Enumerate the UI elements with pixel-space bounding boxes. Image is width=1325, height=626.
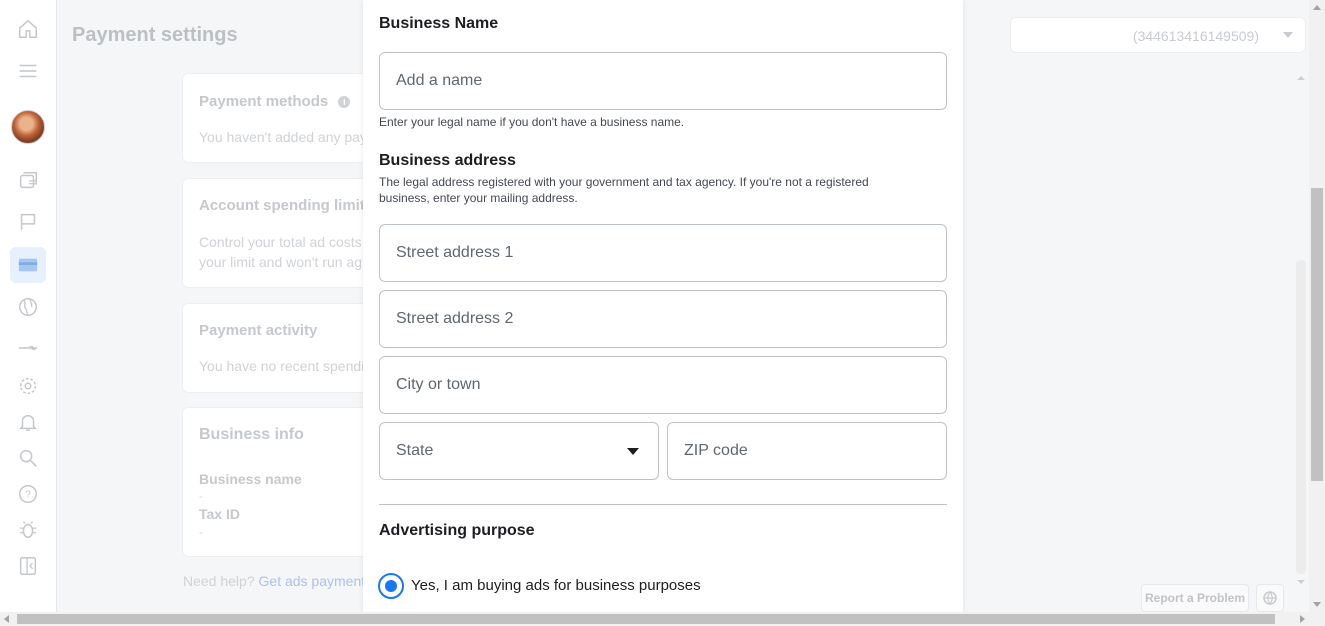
account-selector[interactable]: (344613416149509) <box>1010 17 1306 53</box>
settings-icon[interactable] <box>16 374 40 398</box>
account-id: (344613416149509) <box>1132 28 1259 44</box>
business-address-helper-line1: The legal address registered with your g… <box>379 175 869 189</box>
home-icon[interactable] <box>16 17 40 41</box>
window-horizontal-scrollbar[interactable] <box>0 612 1325 626</box>
scroll-left-icon[interactable] <box>4 615 9 623</box>
state-select[interactable]: State <box>379 422 659 480</box>
zip-code-field[interactable] <box>667 422 947 480</box>
street-address-2-field[interactable] <box>379 290 947 348</box>
business-name-input[interactable] <box>380 53 946 109</box>
tax-id-label: Tax ID <box>199 506 240 522</box>
svg-text:?: ? <box>25 490 31 501</box>
card-title: Payment activity <box>199 322 318 339</box>
business-name-helper: Enter your legal name if you don't have … <box>379 115 685 129</box>
zip-code-input[interactable] <box>668 423 946 479</box>
card-text: your limit and won't run ag <box>199 254 362 270</box>
city-input[interactable] <box>380 357 946 413</box>
chevron-down-icon <box>1283 32 1293 38</box>
scroll-down-icon[interactable] <box>1313 602 1321 607</box>
radio-selected-dot <box>385 580 397 592</box>
help-link[interactable]: Get ads payment <box>259 573 366 589</box>
business-name-heading: Business Name <box>379 15 499 32</box>
card-title: Business info <box>199 426 304 443</box>
business-purpose-radio[interactable] <box>378 573 404 599</box>
card-text: Control your total ad costs <box>199 234 362 250</box>
card-text: You haven't added any pay <box>199 129 367 145</box>
business-info-card: Business info Business name - Tax ID - <box>182 407 382 557</box>
campaigns-icon[interactable] <box>16 169 40 193</box>
section-divider <box>379 504 947 505</box>
payment-activity-card: Payment activity You have no recent spen… <box>182 303 382 393</box>
payment-methods-card: Payment methods i You haven't added any p… <box>182 73 382 163</box>
business-address-heading: Business address <box>379 152 516 169</box>
scrollbar-thumb[interactable] <box>1296 260 1306 574</box>
scroll-right-icon[interactable] <box>1300 615 1305 623</box>
language-button[interactable] <box>1256 584 1284 612</box>
globe-icon[interactable] <box>16 295 40 319</box>
vertical-scrollbar-thumb[interactable] <box>1311 188 1323 481</box>
scroll-down-icon[interactable] <box>1297 580 1305 584</box>
business-name-label: Business name <box>199 471 302 487</box>
avatar[interactable] <box>11 110 45 144</box>
flag-icon[interactable] <box>16 210 40 234</box>
billing-icon[interactable] <box>16 253 40 277</box>
search-icon[interactable] <box>16 446 40 470</box>
help-icon[interactable]: ? <box>16 482 40 506</box>
tools-icon[interactable] <box>16 336 40 360</box>
page-title: Payment settings <box>72 24 238 46</box>
help-prefix: Need help? <box>183 573 255 589</box>
city-field[interactable] <box>379 356 947 414</box>
left-sidebar: ? <box>0 0 57 612</box>
info-icon[interactable]: i <box>338 96 351 109</box>
street-address-2-input[interactable] <box>380 291 946 347</box>
street-address-1-input[interactable] <box>380 225 946 281</box>
scroll-up-icon[interactable] <box>1313 5 1321 10</box>
content-scrollbar[interactable] <box>1295 70 1307 590</box>
notifications-icon[interactable] <box>16 410 40 434</box>
help-text: Need help? Get ads payment <box>183 573 365 589</box>
business-name-field[interactable] <box>379 52 947 110</box>
business-purpose-label[interactable]: Yes, I am buying ads for business purpos… <box>411 577 701 594</box>
globe-small-icon <box>1263 591 1277 606</box>
business-address-helper-line2: business, enter your mailing address. <box>379 191 578 205</box>
scroll-up-icon[interactable] <box>1297 76 1305 80</box>
report-problem-button[interactable]: Report a Problem <box>1141 584 1249 612</box>
horizontal-scrollbar-thumb[interactable] <box>17 614 1275 624</box>
spending-limit-card: Account spending limit Control your tota… <box>182 178 382 288</box>
state-select-label: State <box>396 442 434 459</box>
window-vertical-scrollbar[interactable] <box>1309 0 1325 612</box>
street-address-1-field[interactable] <box>379 224 947 282</box>
tax-id-value: - <box>199 527 203 539</box>
bug-icon[interactable] <box>16 518 40 542</box>
card-text: You have no recent spendi <box>199 358 365 374</box>
card-title: Account spending limit <box>199 197 365 214</box>
business-details-modal: Business Name Enter your legal name if y… <box>363 0 963 612</box>
advertising-purpose-heading: Advertising purpose <box>379 522 535 539</box>
menu-icon[interactable] <box>16 59 40 83</box>
chevron-down-icon <box>627 448 639 455</box>
collapse-icon[interactable] <box>16 554 40 578</box>
app-root: ? Payment settings (344613416149509) Pay… <box>0 0 1325 626</box>
card-title: Payment methods i <box>199 93 351 110</box>
